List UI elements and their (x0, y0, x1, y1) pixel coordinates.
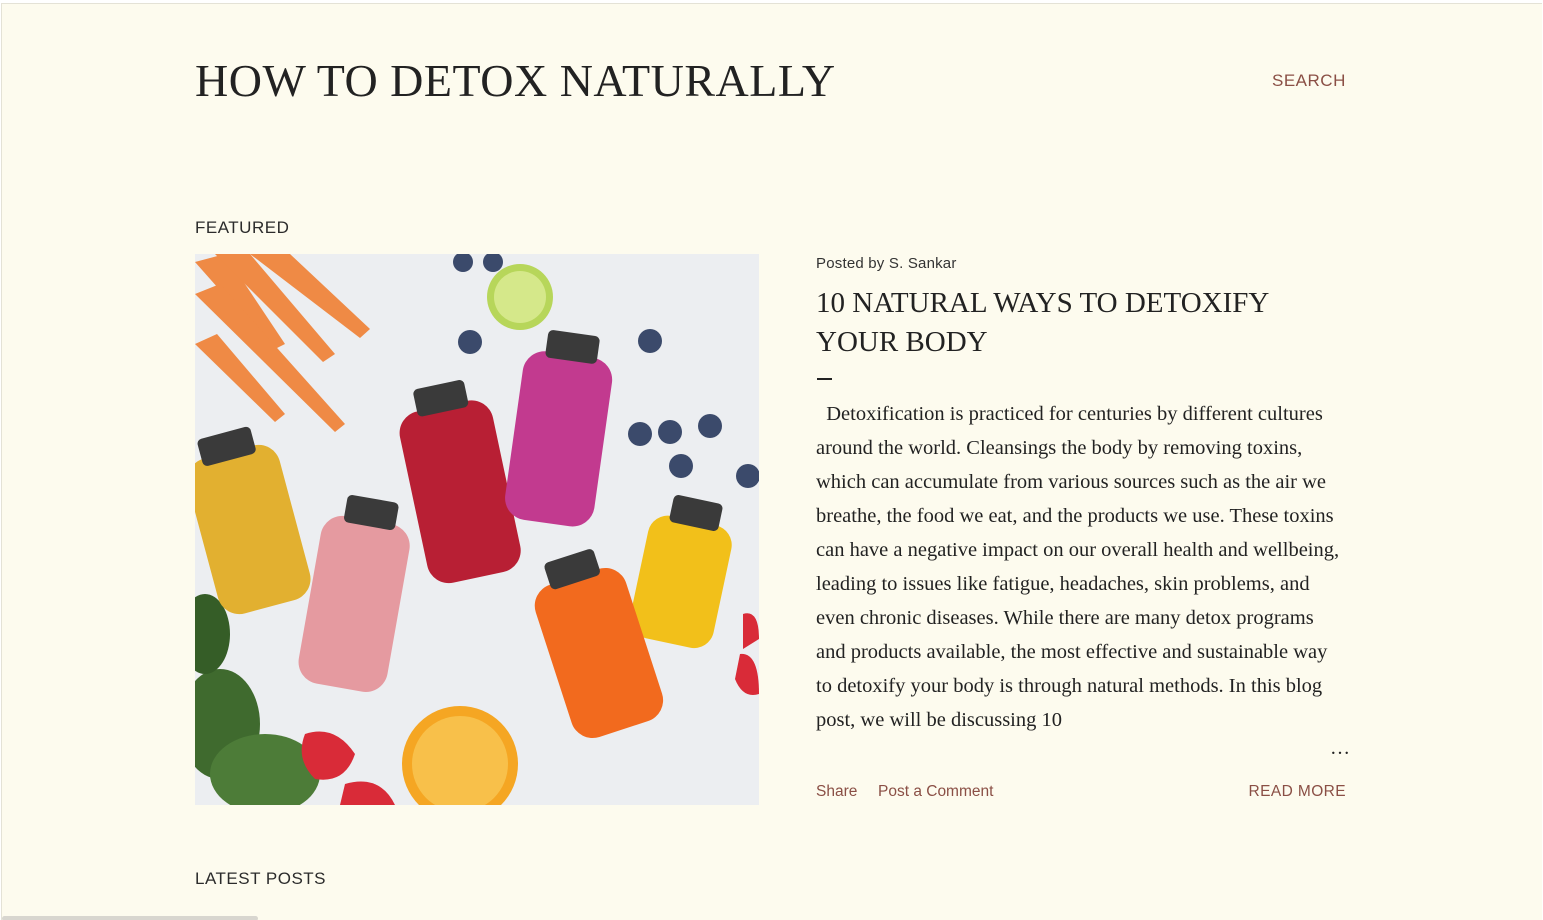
site-title[interactable]: HOW TO DETOX NATURALLY (195, 54, 836, 107)
post-byline: Posted by S. Sankar (816, 255, 957, 272)
title-divider (817, 378, 832, 380)
featured-section-label: FEATURED (195, 218, 290, 237)
juice-bottles-image (195, 254, 759, 805)
post-title[interactable]: 10 NATURAL WAYS TO DETOXIFY YOUR BODY (816, 284, 1346, 362)
share-button[interactable]: Share (816, 783, 857, 801)
excerpt-fade (1212, 739, 1332, 773)
read-more-link[interactable]: READ MORE (1249, 783, 1346, 801)
horizontal-scrollbar[interactable] (2, 916, 258, 920)
post-comment-link[interactable]: Post a Comment (878, 783, 993, 801)
featured-post-image[interactable] (195, 254, 759, 805)
search-button[interactable]: SEARCH (1272, 71, 1346, 91)
excerpt-ellipsis: … (1330, 737, 1350, 759)
post-excerpt: Detoxification is practiced for centurie… (816, 403, 1340, 731)
blog-page: HOW TO DETOX NATURALLY SEARCH FEATURED P… (1, 3, 1542, 920)
latest-posts-label: LATEST POSTS (195, 869, 327, 888)
